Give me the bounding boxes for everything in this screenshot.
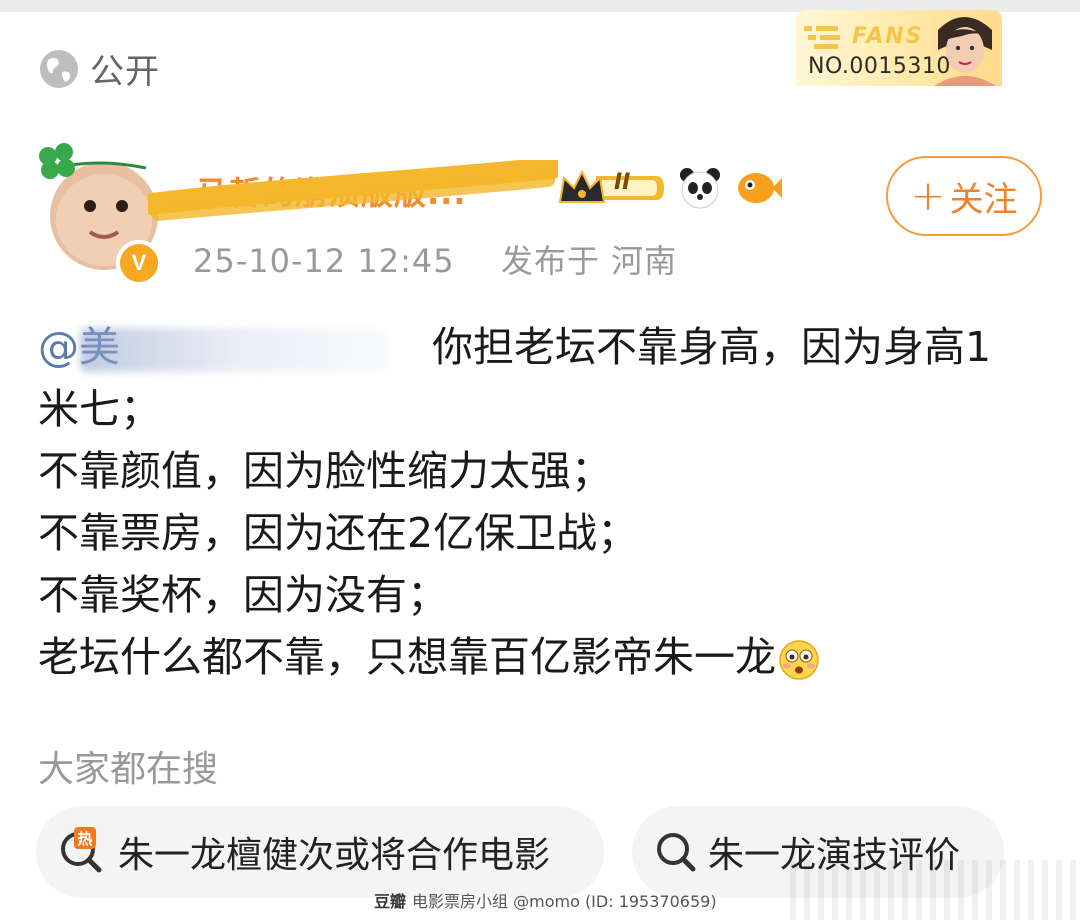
watermark-text: 电影票房小组 @momo (ID: 195370659) xyxy=(412,892,717,911)
plus-icon: + xyxy=(910,171,946,220)
globe-icon xyxy=(40,49,78,88)
redaction-scribble xyxy=(148,160,558,221)
post-meta: 25-10-12 12:45 发布于 河南 xyxy=(193,236,677,282)
hot-search-icon: 热 xyxy=(61,827,102,873)
fans-portrait xyxy=(934,17,996,86)
post-datetime: 25-10-12 12:45 xyxy=(193,242,455,280)
post-line-1: 你担老坛不靠身高，因为身高1 xyxy=(432,323,992,371)
follow-button[interactable]: + 关注 xyxy=(886,156,1042,236)
redaction-blur xyxy=(80,328,390,372)
bottom-fade xyxy=(790,860,1080,920)
post-line-5: 不靠奖杯，因为没有； xyxy=(38,571,448,619)
post-location: 发布于 河南 xyxy=(500,242,678,280)
post-line-6-wrap: 老坛什么都不靠，只想靠百亿影帝朱一龙 xyxy=(38,626,1048,688)
post-line-6: 老坛什么都不靠，只想靠百亿影帝朱一龙 xyxy=(38,633,776,681)
visibility-indicator: 公开 xyxy=(38,44,160,93)
mention-link[interactable]: @美 xyxy=(38,316,432,378)
post-line: @美 你担老坛不靠身高，因为身高1 xyxy=(38,316,1048,378)
watermark: 豆瓣 电影票房小组 @momo (ID: 195370659) xyxy=(374,888,717,912)
clover-icon xyxy=(39,143,75,179)
follow-label: 关注 xyxy=(949,179,1018,220)
panda-icon xyxy=(680,168,720,209)
author-badges: II xyxy=(556,166,782,210)
trending-search-label: 大家都在搜 xyxy=(38,749,219,790)
visibility-label: 公开 xyxy=(90,52,160,92)
post-line-2: 米七； xyxy=(38,385,161,433)
fish-icon xyxy=(738,173,782,203)
level-label: II xyxy=(614,170,631,195)
search-icon xyxy=(657,833,696,872)
post-line-4: 不靠票房，因为还在2亿保卫战； xyxy=(38,509,639,557)
crown-level-icon xyxy=(558,169,664,203)
badge-stripes xyxy=(804,26,840,49)
search-chip-text: 朱一龙檀健次或将合作电影 xyxy=(118,835,551,876)
fans-title: FANS xyxy=(852,24,924,49)
flushed-face-icon xyxy=(779,640,819,680)
svg-text:热: 热 xyxy=(77,830,92,848)
fans-badge[interactable]: FANS NO.0015310 xyxy=(796,10,1002,86)
post-line-3: 不靠颜值，因为脸性缩力太强； xyxy=(38,447,612,495)
search-chip[interactable]: 热 朱一龙檀健次或将合作电影 xyxy=(36,806,604,898)
watermark-logo: 豆瓣 xyxy=(374,892,407,911)
verified-badge: V xyxy=(116,240,162,286)
post-body: @美 你担老坛不靠身高，因为身高1 米七； 不靠颜值，因为脸性缩力太强； 不靠票… xyxy=(38,316,1048,688)
